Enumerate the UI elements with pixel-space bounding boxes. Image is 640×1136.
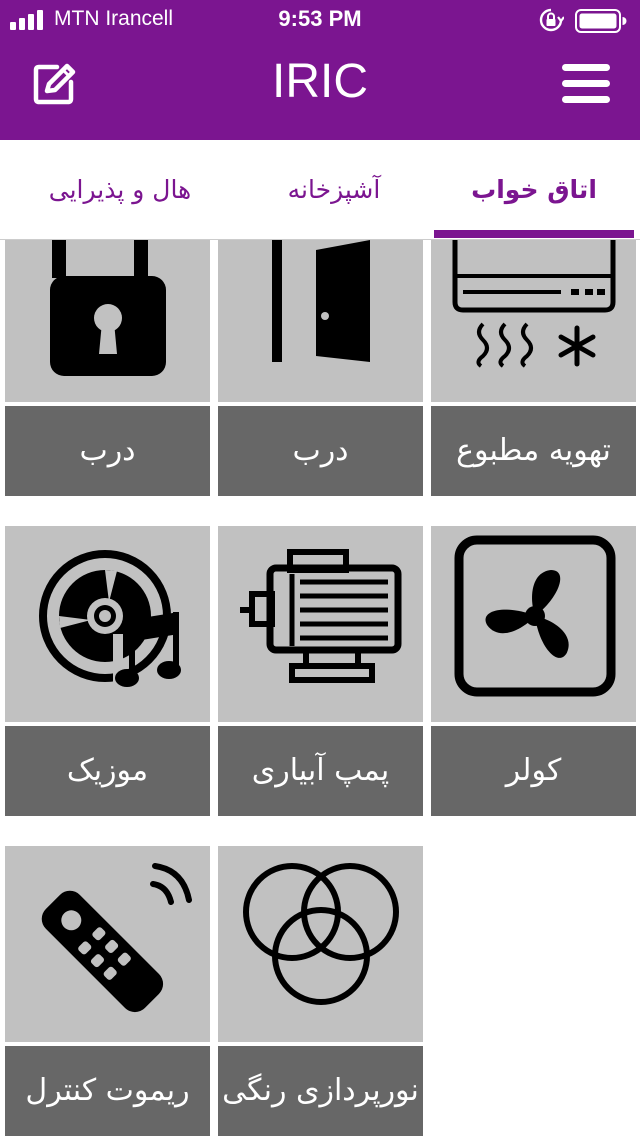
tab-bedroom[interactable]: اتاق خواب [434, 140, 634, 240]
device-tile-door[interactable]: درب [218, 240, 423, 496]
remote-control-icon [41, 863, 192, 1013]
orientation-lock-icon [539, 8, 564, 32]
device-label: پمپ آبیاری [218, 726, 423, 816]
device-label: موزیک [5, 726, 210, 816]
signal-icon [10, 10, 43, 30]
padlock-icon [50, 240, 166, 376]
device-label: کولر [431, 726, 636, 816]
color-lighting-icon [243, 863, 399, 1005]
room-tabs: اتاق خواب آشپزخانه هال و پذیرایی [0, 140, 640, 240]
device-label: ریموت کنترل [5, 1046, 210, 1136]
device-grid: تهویه مطبوع درب درب کولر پمپ آبیاری موزی… [0, 240, 640, 1136]
device-label: درب [218, 406, 423, 496]
device-tile-pump[interactable]: پمپ آبیاری [218, 526, 423, 816]
app-bar: IRIC [0, 40, 640, 140]
device-tile-lock[interactable]: درب [5, 240, 210, 496]
fan-icon [454, 535, 616, 697]
edit-button[interactable] [30, 60, 78, 108]
menu-button[interactable] [560, 60, 612, 108]
status-bar: MTN Irancell 9:53 PM [0, 0, 640, 40]
air-conditioner-icon [452, 240, 616, 368]
device-tile-remote-control[interactable]: ریموت کنترل [5, 846, 210, 1136]
tab-living-room[interactable]: هال و پذیرایی [20, 140, 220, 240]
device-tile-music[interactable]: موزیک [5, 526, 210, 816]
door-icon [272, 240, 370, 362]
device-label: درب [5, 406, 210, 496]
device-label: نورپردازی رنگی [218, 1046, 423, 1136]
device-tile-air-conditioner[interactable]: تهویه مطبوع [431, 240, 636, 496]
device-tile-cooler[interactable]: کولر [431, 526, 636, 816]
carrier-name: MTN Irancell [54, 7, 174, 30]
edit-icon [33, 63, 76, 105]
motor-pump-icon [240, 549, 402, 683]
selected-tab-indicator [434, 230, 634, 238]
tab-kitchen[interactable]: آشپزخانه [234, 140, 434, 240]
menu-icon [562, 64, 610, 103]
music-disc-icon [39, 550, 181, 696]
device-label: تهویه مطبوع [431, 406, 636, 496]
battery-icon [575, 9, 627, 33]
device-tile-color-lighting[interactable]: نورپردازی رنگی [218, 846, 423, 1136]
app-title: IRIC [272, 55, 368, 108]
